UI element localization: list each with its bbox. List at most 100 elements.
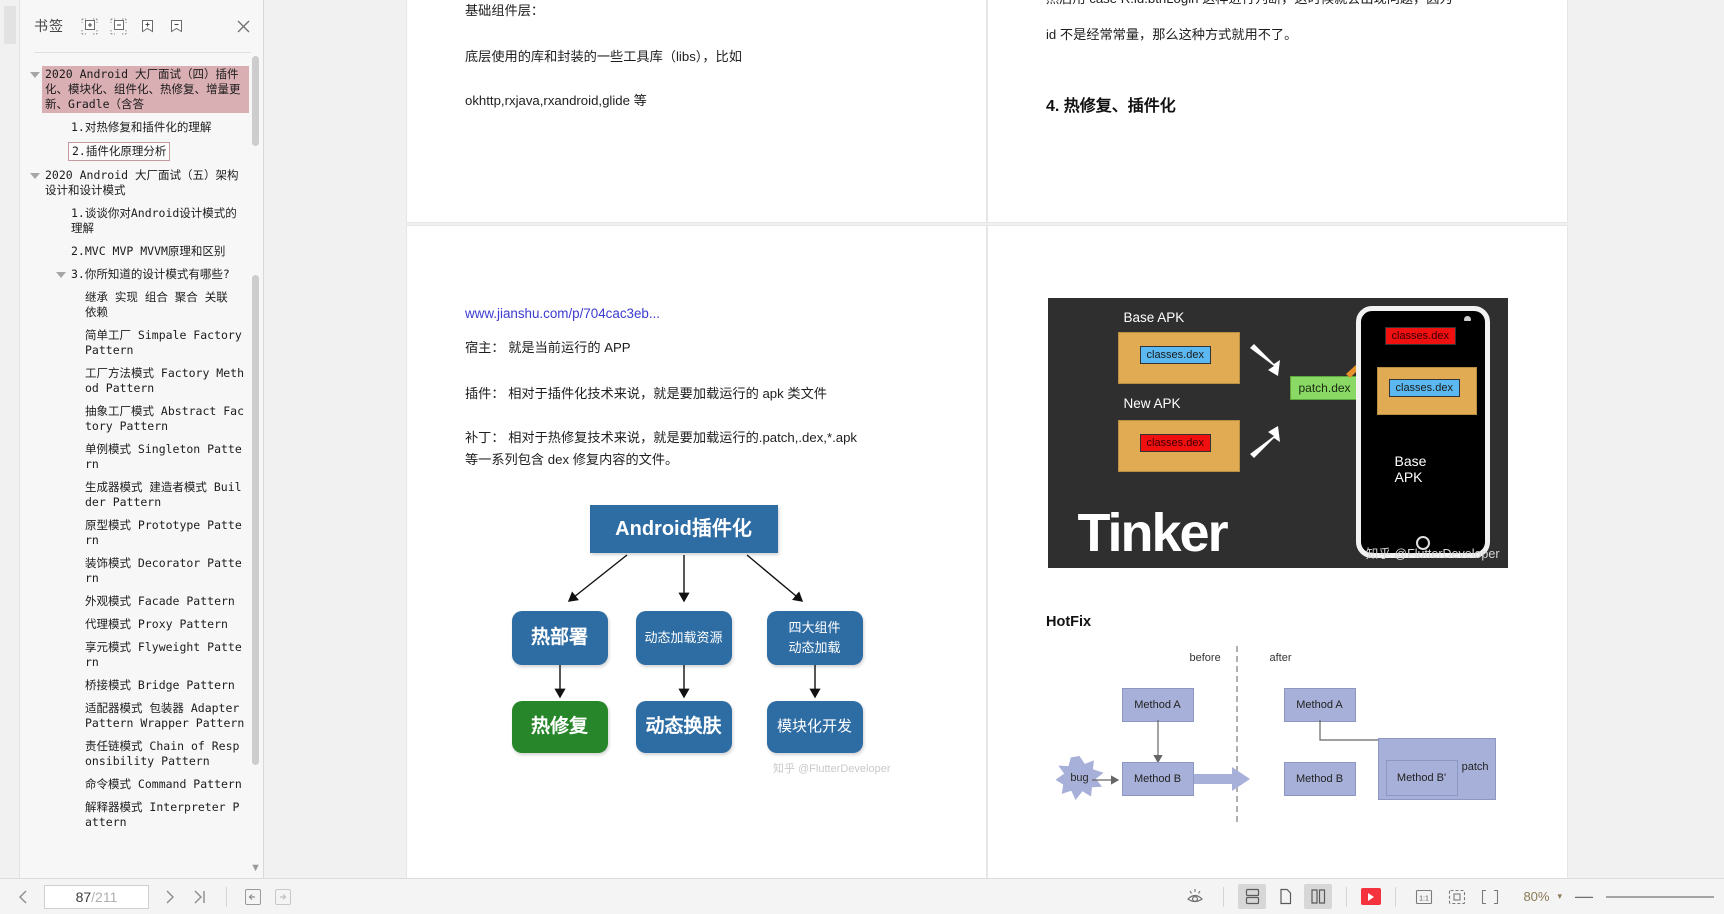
bookmark-row[interactable]: 装饰模式 Decorator Pattern [28,552,251,590]
bookmark-row[interactable]: 生成器模式 建造者模式 Builder Pattern [28,476,251,514]
bookmark-row[interactable]: 外观模式 Facade Pattern [28,590,251,613]
zoom-dropdown-caret-icon[interactable]: ▾ [1557,891,1562,902]
bookmark-row[interactable]: 命令模式 Command Pattern [28,773,251,796]
prev-page-button[interactable] [10,885,36,909]
bookmark-row[interactable]: 工厂方法模式 Factory Method Pattern [28,362,251,400]
go-back-button[interactable] [240,885,266,909]
presentation-play-button[interactable] [1361,888,1382,905]
bookmark-node[interactable]: 责任链模式 Chain of Responsibility Pattern [28,735,251,773]
bookmark-node[interactable]: 3.你所知道的设计模式有哪些? [28,263,251,286]
bookmark-row[interactable]: 2.插件化原理分析 [28,139,251,164]
panel-resize-handle[interactable] [4,6,16,44]
facing-pages-mode-button[interactable] [1304,884,1333,909]
bookmark-row[interactable]: 1.对热修复和插件化的理解 [28,116,251,139]
page-right-lower: Base APK classes.dex New APK classes.dex [988,226,1567,878]
bookmark-node[interactable]: 原型模式 Prototype Pattern [28,514,251,552]
document-viewport[interactable]: 模块化业务分层：自下到上 基础组件层： 底层使用的库和封装的一些工具库（libs… [264,0,1724,878]
bookmark-row[interactable]: 2020 Android 大厂面试（五）架构设计和设计模式 [28,164,251,202]
total-pages-value: /211 [91,888,118,905]
bookmark-row[interactable]: 继承 实现 组合 聚合 关联 依赖 [28,286,251,324]
bookmark-node[interactable]: 抽象工厂模式 Abstract Factory Pattern [28,400,251,438]
expand-all-icon[interactable] [80,17,99,36]
bookmark-node[interactable]: 2020 Android 大厂面试（五）架构设计和设计模式 [28,164,251,202]
collapse-all-icon[interactable] [109,17,128,36]
bookmark-node[interactable]: 1.谈谈你对Android设计模式的理解 [28,202,251,240]
single-page-mode-button[interactable] [1271,884,1299,909]
flowchart-watermark: 知乎 @FlutterDeveloper [772,763,891,775]
remove-bookmark-icon[interactable] [167,17,186,36]
bookmark-node[interactable]: 桥接模式 Bridge Pattern [28,674,251,697]
bookmark-node[interactable]: 适配器模式 包装器 Adapter Pattern Wrapper Patter… [28,697,251,735]
bookmark-row[interactable]: 责任链模式 Chain of Responsibility Pattern [28,735,251,773]
fit-width-button[interactable] [1476,884,1504,909]
add-bookmark-icon[interactable] [138,17,157,36]
tinker-diagram: Base APK classes.dex New APK classes.dex [1047,298,1508,568]
bookmark-row[interactable]: 解释器模式 Interpreter Pattern [28,796,251,834]
hotfix-before-method-b: Method B [1121,762,1194,796]
bookmark-node[interactable]: 1.对热修复和插件化的理解 [28,116,251,139]
bookmark-row[interactable]: 3.你所知道的设计模式有哪些? [28,263,251,286]
bookmark-label: 外观模式 Facade Pattern [85,594,235,608]
main-body: 书签 2020 Android 大厂面试（四）插件化、模块化、组件化、热修复、增… [0,0,1724,878]
bookmark-scrollbar-thumb[interactable] [252,275,259,765]
bookmark-node[interactable]: 2.MVC MVP MVVM原理和区别 [28,240,251,263]
next-page-button[interactable] [157,885,183,909]
bookmark-row[interactable]: 桥接模式 Bridge Pattern [28,674,251,697]
bookmark-row[interactable]: 2.MVC MVP MVVM原理和区别 [28,240,251,263]
upper-right-heading: 4. 热修复、插件化 [1046,98,1176,115]
bookmark-scrollbar-thumb-upper[interactable] [252,56,259,146]
bookmark-node[interactable]: 命令模式 Command Pattern [28,773,251,796]
bookmark-label: 2020 Android 大厂面试（五）架构设计和设计模式 [45,168,239,197]
zoom-out-button[interactable]: — [1575,886,1593,907]
flow-mid-box-0: 热部署 [511,611,608,665]
bookmark-indent-spacer [68,365,82,371]
status-bar: 87 /211 1:1 80% ▾ — [0,878,1724,914]
page-number-input[interactable]: 87 /211 [44,884,149,909]
bookmark-node[interactable]: 继承 实现 组合 聚合 关联 依赖 [28,286,251,324]
continuous-scroll-mode-button[interactable] [1238,884,1267,909]
bookmark-label: 抽象工厂模式 Abstract Factory Pattern [85,404,245,433]
zoom-slider[interactable] [1606,895,1714,898]
bookmark-node[interactable]: 简单工厂 Simpale Factory Pattern [28,324,251,362]
bookmark-node[interactable]: 单例模式 Singleton Pattern [28,438,251,476]
bookmark-indent-spacer [68,555,82,561]
bookmark-row[interactable]: 2020 Android 大厂面试（四）插件化、模块化、组件化、热修复、增量更新… [28,63,251,116]
bookmark-node[interactable]: 装饰模式 Decorator Pattern [28,552,251,590]
expand-collapse-triangle-icon[interactable] [28,167,42,179]
lower-left-line2: 插件： 相对于插件化技术来说，就是要加载运行的 apk 类文件 [465,386,827,401]
expand-collapse-triangle-icon[interactable] [28,66,42,78]
expand-collapse-triangle-icon[interactable] [54,266,68,278]
bookmark-row[interactable]: 原型模式 Prototype Pattern [28,514,251,552]
bookmark-node[interactable]: 2020 Android 大厂面试（四）插件化、模块化、组件化、热修复、增量更新… [28,63,251,116]
bookmark-row[interactable]: 1.谈谈你对Android设计模式的理解 [28,202,251,240]
bookmark-row[interactable]: 享元模式 Flyweight Pattern [28,636,251,674]
bookmark-row[interactable]: 抽象工厂模式 Abstract Factory Pattern [28,400,251,438]
bookmark-node[interactable]: 2.插件化原理分析 [28,139,251,164]
bookmark-indent-spacer [68,738,82,744]
bookmark-row[interactable]: 代理模式 Proxy Pattern [28,613,251,636]
close-panel-button[interactable] [233,16,253,36]
bookmark-node[interactable]: 外观模式 Facade Pattern [28,590,251,613]
bookmark-tree[interactable]: 2020 Android 大厂面试（四）插件化、模块化、组件化、热修复、增量更新… [20,53,263,878]
read-mode-icon[interactable] [1181,884,1209,909]
flow-mid-box-1: 动态加载资源 [635,611,732,665]
bookmark-node[interactable]: 工厂方法模式 Factory Method Pattern [28,362,251,400]
left-rail [0,0,20,878]
bookmark-indent-spacer [68,799,82,805]
bookmark-row[interactable]: 适配器模式 包装器 Adapter Pattern Wrapper Patter… [28,697,251,735]
zoom-level-value[interactable]: 80% [1523,889,1549,904]
bookmark-node[interactable]: 解释器模式 Interpreter Pattern [28,796,251,834]
actual-size-button[interactable]: 1:1 [1410,884,1438,909]
upper-right-line1: 然后用 case R.id.btnLogin 这样进行判断，这时候就会出现问题，… [1046,0,1509,10]
bookmark-node[interactable]: 代理模式 Proxy Pattern [28,613,251,636]
bookmark-node[interactable]: 生成器模式 建造者模式 Builder Pattern [28,476,251,514]
fit-page-button[interactable] [1443,884,1471,909]
page-navigation-group: 87 /211 [10,884,296,909]
scroll-down-arrow-icon[interactable]: ▼ [250,862,261,874]
last-page-button[interactable] [187,885,213,909]
jianshu-link[interactable]: www.jianshu.com/p/704cac3eb... [465,306,928,321]
go-forward-button[interactable] [270,885,296,909]
bookmark-node[interactable]: 享元模式 Flyweight Pattern [28,636,251,674]
bookmark-row[interactable]: 简单工厂 Simpale Factory Pattern [28,324,251,362]
bookmark-row[interactable]: 单例模式 Singleton Pattern [28,438,251,476]
